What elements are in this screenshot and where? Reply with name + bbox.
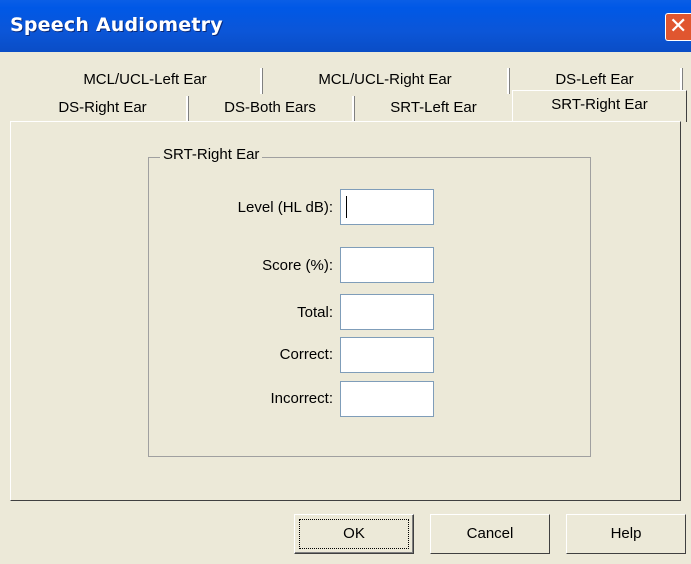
title-bar: Speech Audiometry ✕	[0, 0, 691, 52]
tab-divider	[186, 96, 189, 122]
tab-label: DS-Both Ears	[224, 99, 316, 116]
tab-label: SRT-Right Ear	[551, 96, 648, 113]
close-button[interactable]: ✕	[665, 13, 691, 41]
ok-button[interactable]: OK	[294, 514, 414, 554]
incorrect-label: Incorrect:	[270, 390, 333, 407]
score-label: Score (%):	[262, 257, 333, 274]
tab-divider	[507, 68, 510, 94]
level-hl-db-input[interactable]	[340, 189, 434, 225]
help-button[interactable]: Help	[566, 514, 686, 554]
tab-ds-right-ear[interactable]: DS-Right Ear	[20, 94, 185, 124]
tab-label: MCL/UCL-Left Ear	[83, 71, 207, 88]
window-title: Speech Audiometry	[10, 14, 223, 36]
help-label: Help	[610, 525, 642, 542]
score-input[interactable]	[340, 247, 434, 283]
cancel-label: Cancel	[466, 525, 514, 542]
speech-audiometry-dialog: Speech Audiometry ✕ MCL/UCL-Left Ear MCL…	[0, 0, 691, 564]
tab-label: DS-Left Ear	[555, 71, 634, 88]
cancel-button[interactable]: Cancel	[430, 514, 550, 554]
group-title: SRT-Right Ear	[160, 146, 263, 163]
correct-label: Correct:	[279, 346, 333, 363]
tab-label: MCL/UCL-Right Ear	[318, 71, 452, 88]
close-icon: ✕	[669, 14, 688, 39]
tab-mcl-ucl-right-ear[interactable]: MCL/UCL-Right Ear	[265, 66, 505, 96]
tab-divider	[260, 68, 263, 94]
total-input[interactable]	[340, 294, 434, 330]
tab-srt-left-ear[interactable]: SRT-Left Ear	[356, 94, 511, 124]
incorrect-input[interactable]	[340, 381, 434, 417]
correct-input[interactable]	[340, 337, 434, 373]
tab-label: DS-Right Ear	[58, 99, 147, 116]
text-caret	[346, 196, 347, 218]
tab-divider	[352, 96, 355, 122]
focus-rectangle	[299, 519, 409, 549]
tab-mcl-ucl-left-ear[interactable]: MCL/UCL-Left Ear	[30, 66, 260, 96]
total-label: Total:	[297, 304, 333, 321]
level-label: Level (HL dB):	[237, 199, 333, 216]
tab-srt-right-ear[interactable]: SRT-Right Ear	[512, 90, 687, 122]
tab-ds-both-ears[interactable]: DS-Both Ears	[190, 94, 350, 124]
tab-label: SRT-Left Ear	[390, 99, 477, 116]
